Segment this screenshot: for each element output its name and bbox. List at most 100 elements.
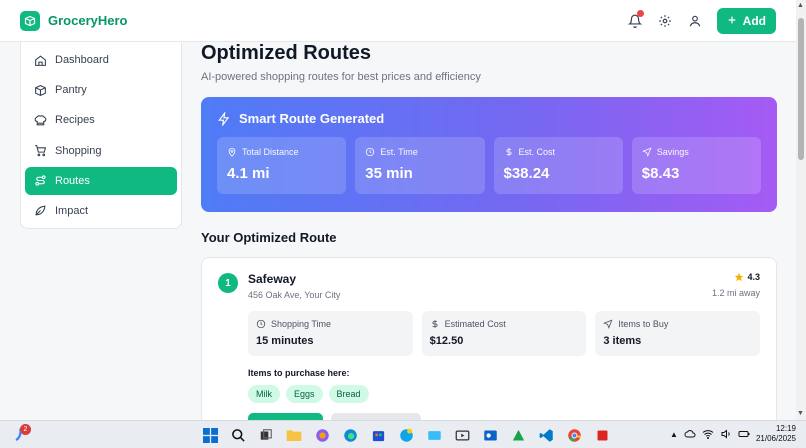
task-view-icon <box>260 429 272 440</box>
notifications-button[interactable] <box>625 9 645 31</box>
profile-button[interactable] <box>685 11 705 31</box>
user-icon <box>689 15 700 26</box>
start-button[interactable] <box>200 425 220 445</box>
detail-shopping-time: Shopping Time 15 minutes <box>248 311 413 356</box>
box-icon <box>35 84 46 96</box>
sidebar-item-label: Recipes <box>55 114 95 127</box>
widgets-button[interactable]: 2 <box>10 424 31 445</box>
rating-value: 4.3 <box>747 272 760 282</box>
detail-value: 15 minutes <box>256 335 314 347</box>
stat-est-time: Est. Time 35 min <box>355 137 485 194</box>
app-header: GroceryHero Add <box>0 0 796 42</box>
page-scrollbar[interactable]: ▲ ▼ <box>796 0 806 420</box>
map-pin-icon <box>228 147 236 157</box>
detail-value: 3 items <box>603 335 642 347</box>
windows-icon <box>202 427 218 443</box>
scroll-down-icon[interactable]: ▼ <box>797 410 804 417</box>
navigation-icon <box>603 319 613 329</box>
detail-label: Estimated Cost <box>444 319 506 329</box>
app-logo[interactable]: GroceryHero <box>20 10 128 31</box>
dollar-icon <box>432 319 438 329</box>
battery-icon[interactable] <box>738 428 750 440</box>
item-chips: Milk Eggs Bread <box>248 385 760 403</box>
sidebar-item-recipes[interactable]: Recipes <box>25 106 177 134</box>
file-explorer-app[interactable] <box>284 425 304 445</box>
help-icon <box>399 428 413 442</box>
copilot-app[interactable] <box>312 425 332 445</box>
stat-label: Est. Cost <box>518 147 556 157</box>
settings-button[interactable] <box>655 11 675 31</box>
mail-app[interactable] <box>424 425 444 445</box>
detail-label: Items to Buy <box>618 319 669 329</box>
route-icon <box>35 175 46 186</box>
navigation-icon <box>641 147 652 157</box>
chrome-app[interactable] <box>564 425 584 445</box>
chevron-up-icon[interactable]: ▲ <box>670 430 678 439</box>
clock-date: 21/06/2025 <box>755 434 796 443</box>
store-rating: 4.3 <box>712 272 760 282</box>
add-button-label: Add <box>742 13 766 28</box>
edge-app[interactable] <box>340 425 360 445</box>
notification-badge: 2 <box>20 424 31 435</box>
stat-value: 4.1 mi <box>227 165 270 182</box>
stop-number: 1 <box>218 273 238 293</box>
presentation-app[interactable] <box>592 425 612 445</box>
main-content: Optimized Routes AI-powered shopping rou… <box>201 42 778 448</box>
detail-value: $12.50 <box>429 335 464 347</box>
edge-icon <box>343 428 357 442</box>
chef-hat-icon <box>34 115 47 126</box>
store-app[interactable] <box>368 425 388 445</box>
item-chip: Eggs <box>286 385 323 403</box>
detail-estimated-cost: Estimated Cost $12.50 <box>421 311 587 356</box>
scroll-thumb[interactable] <box>798 18 804 160</box>
home-icon <box>35 54 46 66</box>
gear-icon <box>658 14 671 27</box>
outlook-app[interactable] <box>480 425 500 445</box>
stat-est-cost: Est. Cost $38.24 <box>493 137 623 194</box>
sidebar-item-shopping[interactable]: Shopping <box>25 137 177 165</box>
app-name: GroceryHero <box>48 13 128 28</box>
media-app[interactable] <box>452 425 472 445</box>
mail-icon <box>427 430 441 440</box>
sidebar-item-pantry[interactable]: Pantry <box>25 76 177 104</box>
copilot-icon <box>315 428 329 442</box>
detail-label: Shopping Time <box>271 319 332 329</box>
os-taskbar: 2 ▲ 12:19 21/06/2025 <box>0 420 806 448</box>
help-app[interactable] <box>396 425 416 445</box>
add-button[interactable]: Add <box>716 7 776 34</box>
vscode-icon <box>539 428 553 442</box>
cart-icon <box>35 145 47 157</box>
smart-route-title: Smart Route Generated <box>239 111 385 126</box>
detail-items-to-buy: Items to Buy 3 items <box>595 311 761 356</box>
stat-label: Est. Time <box>380 147 418 157</box>
store-icon <box>372 430 384 441</box>
page-subtitle: AI-powered shopping routes for best pric… <box>201 71 481 83</box>
search-button[interactable] <box>228 425 248 445</box>
page-title: Optimized Routes <box>201 42 372 64</box>
media-icon <box>455 430 469 440</box>
scroll-up-icon[interactable]: ▲ <box>797 2 804 9</box>
wifi-icon[interactable] <box>702 428 714 440</box>
system-clock[interactable]: 12:19 21/06/2025 <box>756 424 796 444</box>
presentation-icon <box>597 430 607 440</box>
clock-icon <box>366 147 375 157</box>
stat-value: $38.24 <box>503 165 550 182</box>
task-view-button[interactable] <box>256 425 276 445</box>
sidebar-item-routes[interactable]: Routes <box>25 166 177 195</box>
network-app[interactable] <box>508 425 528 445</box>
leaf-icon <box>35 205 46 216</box>
store-distance: 1.2 mi away <box>711 288 760 298</box>
search-icon <box>231 428 245 442</box>
stat-total-distance: Total Distance 4.1 mi <box>217 137 347 194</box>
smart-route-banner: Smart Route Generated Total Distance 4.1… <box>201 97 777 212</box>
cloud-icon[interactable] <box>684 428 696 440</box>
stat-label: Savings <box>656 147 689 157</box>
volume-icon[interactable] <box>720 428 732 440</box>
stat-label: Total Distance <box>242 147 299 157</box>
vscode-app[interactable] <box>536 425 556 445</box>
section-title: Your Optimized Route <box>201 230 337 245</box>
sidebar-item-label: Impact <box>55 204 89 217</box>
network-icon <box>512 429 524 440</box>
sidebar-item-impact[interactable]: Impact <box>25 197 177 225</box>
sidebar-item-dashboard[interactable]: Dashboard <box>25 46 177 74</box>
